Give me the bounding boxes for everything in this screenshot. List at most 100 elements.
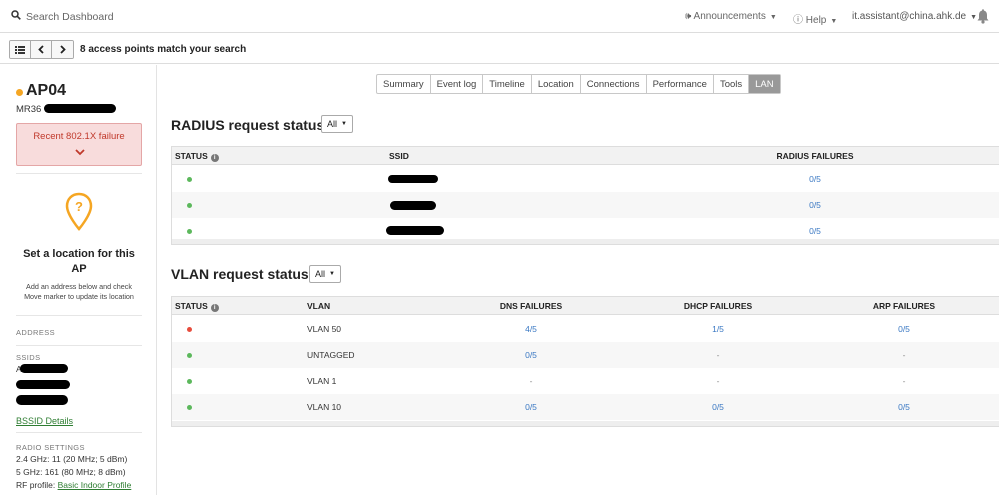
dhcp-failures-value: - [716, 376, 720, 386]
tab-lan[interactable]: LAN [749, 75, 780, 93]
address-label: ADDRESS [16, 328, 56, 337]
arp-failures-header: ARP FAILURES [872, 301, 936, 311]
list-view-button[interactable] [10, 41, 31, 58]
status-ok-dot [187, 177, 192, 182]
ap-name: AP04 [26, 82, 67, 99]
table-row: VLAN 10 0/5 0/5 0/5 [172, 394, 999, 420]
chevron-left-icon [38, 45, 44, 54]
rf-profile-label: RF profile: [16, 480, 56, 490]
tab-event-log[interactable]: Event log [431, 75, 484, 93]
search-input[interactable] [26, 8, 326, 26]
status-ok-dot [187, 203, 192, 208]
bssid-details-link[interactable]: BSSID Details [16, 416, 73, 426]
user-menu[interactable]: it.assistant@china.ahk.de ▼ [852, 11, 977, 22]
status-fail-dot [187, 327, 192, 332]
redacted-ssid [20, 364, 68, 373]
location-description: Add an address below and check Move mark… [12, 282, 146, 302]
list-icon [15, 45, 25, 54]
radius-section-title: RADIUS request status: [171, 117, 329, 133]
vlan-section-title: VLAN request status: [171, 266, 314, 282]
svg-text:?: ? [75, 199, 83, 214]
vlan-table: STATUS i VLAN DNS FAILURES DHCP FAILURES … [171, 296, 999, 427]
dns-failures-value: - [529, 376, 533, 386]
dns-failures-value[interactable]: 4/5 [525, 324, 537, 334]
tab-summary[interactable]: Summary [377, 75, 431, 93]
status-header-label: STATUS [175, 151, 208, 161]
table-footer [172, 239, 999, 244]
radius-filter-value: All [327, 119, 338, 129]
list-nav-buttons [9, 40, 74, 59]
divider [16, 173, 142, 174]
info-icon[interactable]: i [210, 304, 219, 312]
help-menu[interactable]: ⓘ Help ▼ [793, 11, 837, 26]
vlan-name: VLAN 10 [307, 402, 342, 412]
status-ok-dot [187, 353, 192, 358]
ssids-label: SSIDS [16, 353, 41, 362]
dns-failures-header: DNS FAILURES [499, 301, 563, 311]
tab-location[interactable]: Location [532, 75, 581, 93]
dns-failures-value[interactable]: 0/5 [525, 350, 537, 360]
status-ok-dot [187, 405, 192, 410]
previous-button[interactable] [31, 41, 52, 58]
table-row: VLAN 50 4/5 1/5 0/5 [172, 316, 999, 342]
next-button[interactable] [52, 41, 73, 58]
chevron-down-icon [75, 149, 85, 156]
vlan-filter-value: All [315, 269, 326, 279]
arp-failures-value: - [902, 376, 906, 386]
tab-tools[interactable]: Tools [714, 75, 750, 93]
announcements-label: Announcements [693, 11, 766, 22]
radio-settings-label: RADIO SETTINGS [16, 443, 85, 452]
bell-icon[interactable] [976, 9, 990, 24]
tab-performance[interactable]: Performance [647, 75, 714, 93]
rf-profile-link[interactable]: Basic Indoor Profile [58, 480, 132, 490]
radius-filter-dropdown[interactable]: All ▼ [321, 115, 353, 133]
radius-failures-header: RADIUS FAILURES [776, 151, 854, 161]
announcements-menu[interactable]: 🕪 Announcements ▼ [685, 11, 777, 22]
location-desc-line-1: Add an address below and check [26, 282, 132, 291]
caret-down-icon: ▼ [769, 14, 777, 21]
redacted-ssid [16, 395, 68, 405]
alert-802-1x-failure[interactable]: Recent 802.1X failure [16, 123, 142, 166]
user-email: it.assistant@china.ahk.de [852, 11, 967, 22]
ap-sidebar: AP04 MR36 Recent 802.1X failure ? Set a … [0, 65, 157, 495]
vlan-filter-dropdown[interactable]: All ▼ [309, 265, 341, 283]
chevron-right-icon [59, 45, 66, 54]
dhcp-failures-header: DHCP FAILURES [683, 301, 753, 311]
location-title: Set a location for this AP [23, 248, 135, 275]
caret-down-icon: ▼ [341, 121, 347, 127]
status-ok-dot [187, 229, 192, 234]
ap-status-dot [16, 89, 23, 96]
arp-failures-value[interactable]: 0/5 [898, 324, 910, 334]
tab-connections[interactable]: Connections [581, 75, 647, 93]
question-circle-icon: ⓘ [793, 15, 803, 26]
table-row: VLAN 1 - - - [172, 368, 999, 394]
radius-failures-value[interactable]: 0/5 [809, 200, 821, 210]
search-match-count: 8 access points match your search [80, 44, 247, 55]
arp-failures-value: - [902, 350, 906, 360]
dns-failures-value[interactable]: 0/5 [525, 402, 537, 412]
location-desc-line-2: Move marker to update its location [24, 292, 134, 301]
dhcp-failures-value[interactable]: 1/5 [712, 324, 724, 334]
caret-down-icon: ▼ [329, 271, 335, 277]
vlan-status-header: STATUS i [175, 301, 219, 312]
radius-ssid-header: SSID [389, 151, 409, 161]
tab-timeline[interactable]: Timeline [483, 75, 532, 93]
caret-down-icon: ▼ [830, 18, 838, 25]
table-row: 0/5 [172, 192, 999, 218]
radius-failures-value[interactable]: 0/5 [809, 174, 821, 184]
table-footer [172, 421, 999, 426]
search-icon[interactable] [11, 10, 21, 20]
dhcp-failures-value[interactable]: 0/5 [712, 402, 724, 412]
divider [16, 315, 142, 316]
status-header-label: STATUS [175, 301, 208, 311]
vlan-header: VLAN [307, 301, 331, 311]
redacted-ssid [16, 380, 70, 389]
info-icon[interactable]: i [210, 154, 219, 162]
radio-2-4ghz: 2.4 GHz: 11 (20 MHz; 5 dBm) [16, 454, 128, 464]
dhcp-failures-value: - [716, 350, 720, 360]
redacted-serial [44, 104, 116, 113]
radius-failures-value[interactable]: 0/5 [809, 226, 821, 236]
arp-failures-value[interactable]: 0/5 [898, 402, 910, 412]
megaphone-icon: 🕪 [685, 11, 692, 22]
redacted-ssid [390, 201, 436, 210]
